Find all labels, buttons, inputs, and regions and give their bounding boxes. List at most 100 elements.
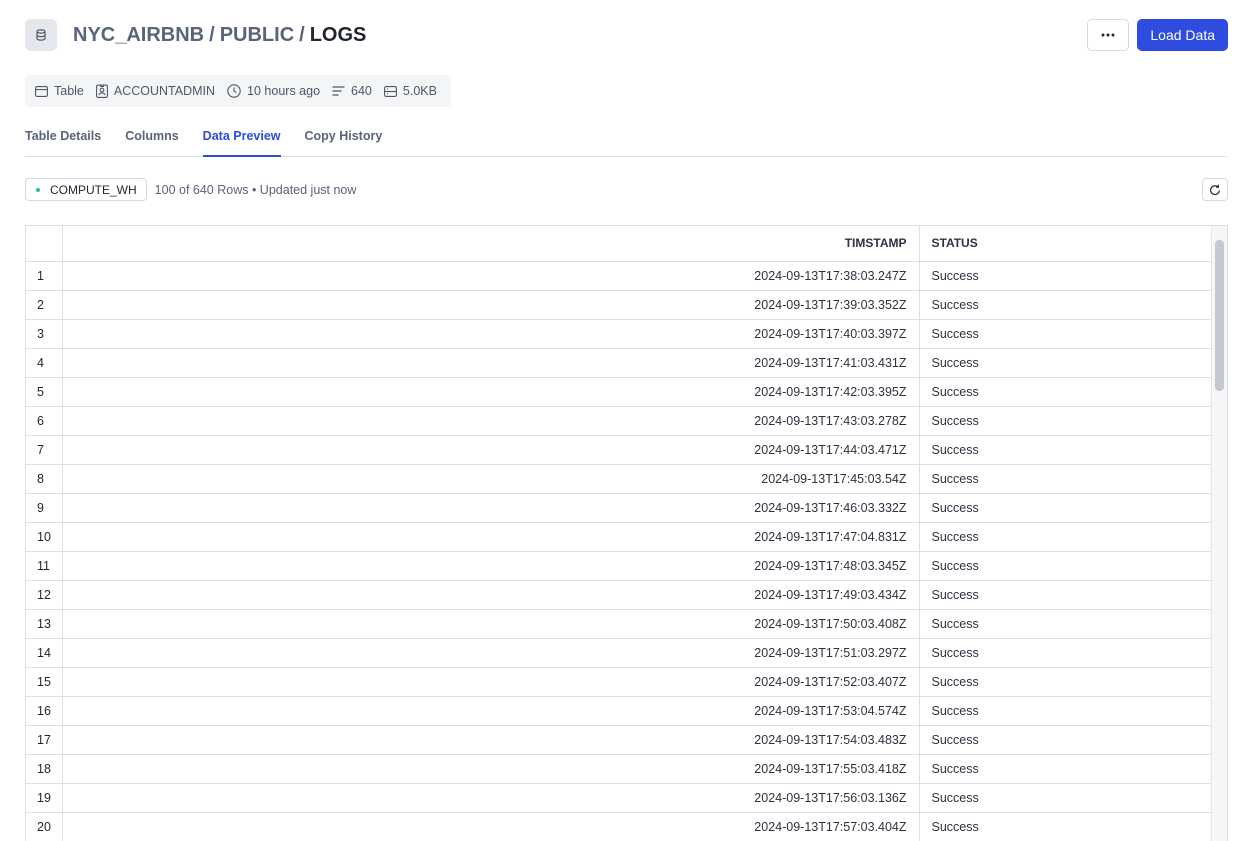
status-cell[interactable]: Success xyxy=(919,609,1213,639)
more-options-button[interactable] xyxy=(1087,19,1130,51)
timstamp-cell[interactable]: 2024-09-13T17:52:03.407Z xyxy=(62,667,920,697)
tab-table-details[interactable]: Table Details xyxy=(25,126,101,157)
timstamp-cell[interactable]: 2024-09-13T17:55:03.418Z xyxy=(62,754,920,784)
refresh-icon xyxy=(1210,184,1220,195)
table-row[interactable]: 12 2024-09-13T17:49:03.434Z Success xyxy=(26,580,1213,610)
timstamp-cell[interactable]: 2024-09-13T17:43:03.278Z xyxy=(62,406,920,436)
database-icon xyxy=(25,19,57,51)
status-cell[interactable]: Success xyxy=(919,493,1213,523)
status-cell[interactable]: Success xyxy=(919,696,1213,726)
scrollbar-thumb[interactable] xyxy=(1215,240,1224,391)
table-row[interactable]: 19 2024-09-13T17:56:03.136Z Success xyxy=(26,783,1213,813)
status-cell[interactable]: Success xyxy=(919,406,1213,436)
table-row[interactable]: 10 2024-09-13T17:47:04.831Z Success xyxy=(26,522,1213,552)
timstamp-cell[interactable]: 2024-09-13T17:57:03.404Z xyxy=(62,812,920,841)
timstamp-cell[interactable]: 2024-09-13T17:46:03.332Z xyxy=(62,493,920,523)
table-row[interactable]: 15 2024-09-13T17:52:03.407Z Success xyxy=(26,667,1213,697)
timstamp-cell[interactable]: 2024-09-13T17:49:03.434Z xyxy=(62,580,920,610)
row-index-cell: 10 xyxy=(26,522,63,552)
status-cell[interactable]: Success xyxy=(919,754,1213,784)
meta-rows: 640 xyxy=(332,84,372,98)
tab-columns[interactable]: Columns xyxy=(125,126,178,157)
row-index-cell: 19 xyxy=(26,783,63,813)
status-cell[interactable]: Success xyxy=(919,435,1213,465)
tab-copy-history[interactable]: Copy History xyxy=(305,126,383,157)
table-row[interactable]: 2 2024-09-13T17:39:03.352Z Success xyxy=(26,290,1213,320)
table-row[interactable]: 18 2024-09-13T17:55:03.418Z Success xyxy=(26,754,1213,784)
status-cell[interactable]: Success xyxy=(919,319,1213,349)
row-index-cell: 9 xyxy=(26,493,63,523)
status-cell[interactable]: Success xyxy=(919,783,1213,813)
warehouse-selector[interactable]: COMPUTE_WH xyxy=(25,178,147,201)
status-cell[interactable]: Success xyxy=(919,812,1213,841)
data-table: TIMSTAMP STATUS 1 2024-09-13T17:38:03.247… xyxy=(26,226,1213,841)
load-data-button[interactable]: Load Data xyxy=(1137,19,1228,51)
rows-info: 100 of 640 Rows • Updated just now xyxy=(154,182,357,197)
table-row[interactable]: 8 2024-09-13T17:45:03.54Z Success xyxy=(26,464,1213,494)
meta-type: Table xyxy=(35,84,84,98)
status-cell[interactable]: Success xyxy=(919,377,1213,407)
timstamp-cell[interactable]: 2024-09-13T17:39:03.352Z xyxy=(62,290,920,320)
table-row[interactable]: 6 2024-09-13T17:43:03.278Z Success xyxy=(26,406,1213,436)
timstamp-cell[interactable]: 2024-09-13T17:56:03.136Z xyxy=(62,783,920,813)
row-index-cell: 11 xyxy=(26,551,63,581)
table-row[interactable]: 9 2024-09-13T17:46:03.332Z Success xyxy=(26,493,1213,523)
table-row[interactable]: 11 2024-09-13T17:48:03.345Z Success xyxy=(26,551,1213,581)
table-row[interactable]: 16 2024-09-13T17:53:04.574Z Success xyxy=(26,696,1213,726)
status-cell[interactable]: Success xyxy=(919,551,1213,581)
vertical-scrollbar[interactable] xyxy=(1211,226,1227,841)
page-header: NYC_AIRBNB / PUBLIC / LOGS Load Data xyxy=(25,18,1228,52)
table-row[interactable]: 14 2024-09-13T17:51:03.297Z Success xyxy=(26,638,1213,668)
tab-data-preview[interactable]: Data Preview xyxy=(202,126,281,157)
timstamp-cell[interactable]: 2024-09-13T17:38:03.247Z xyxy=(62,261,920,291)
row-index-cell: 13 xyxy=(26,609,63,639)
table-row[interactable]: 5 2024-09-13T17:42:03.395Z Success xyxy=(26,377,1213,407)
table-row[interactable]: 3 2024-09-13T17:40:03.397Z Success xyxy=(26,319,1213,349)
breadcrumb-schema[interactable]: PUBLIC xyxy=(220,24,294,47)
timstamp-cell[interactable]: 2024-09-13T17:45:03.54Z xyxy=(62,464,920,494)
rows-icon xyxy=(332,86,345,96)
meta-owner: ACCOUNTADMIN xyxy=(95,84,215,98)
breadcrumb: NYC_AIRBNB / PUBLIC / LOGS xyxy=(73,24,366,47)
row-index-cell: 15 xyxy=(26,667,63,697)
table-row[interactable]: 17 2024-09-13T17:54:03.483Z Success xyxy=(26,725,1213,755)
status-cell[interactable]: Success xyxy=(919,667,1213,697)
status-cell[interactable]: Success xyxy=(919,348,1213,378)
status-cell[interactable]: Success xyxy=(919,638,1213,668)
status-cell[interactable]: Success xyxy=(919,464,1213,494)
column-header-index xyxy=(26,226,63,262)
timstamp-cell[interactable]: 2024-09-13T17:50:03.408Z xyxy=(62,609,920,639)
table-row[interactable]: 20 2024-09-13T17:57:03.404Z Success xyxy=(26,812,1213,841)
timstamp-cell[interactable]: 2024-09-13T17:53:04.574Z xyxy=(62,696,920,726)
timstamp-cell[interactable]: 2024-09-13T17:51:03.297Z xyxy=(62,638,920,668)
column-header-timstamp[interactable]: TIMSTAMP xyxy=(62,226,920,262)
status-cell[interactable]: Success xyxy=(919,725,1213,755)
timstamp-cell[interactable]: 2024-09-13T17:54:03.483Z xyxy=(62,725,920,755)
status-cell[interactable]: Success xyxy=(919,580,1213,610)
meta-updated: 10 hours ago xyxy=(227,84,320,98)
timstamp-cell[interactable]: 2024-09-13T17:44:03.471Z xyxy=(62,435,920,465)
timstamp-cell[interactable]: 2024-09-13T17:40:03.397Z xyxy=(62,319,920,349)
header-actions: Load Data xyxy=(1087,19,1228,51)
meta-type-label: Table xyxy=(54,84,84,98)
table-row[interactable]: 13 2024-09-13T17:50:03.408Z Success xyxy=(26,609,1213,639)
table-row[interactable]: 4 2024-09-13T17:41:03.431Z Success xyxy=(26,348,1213,378)
data-grid: TIMSTAMP STATUS 1 2024-09-13T17:38:03.247… xyxy=(25,225,1228,841)
row-index-cell: 20 xyxy=(26,812,63,841)
warehouse-status-dot xyxy=(36,187,40,192)
status-cell[interactable]: Success xyxy=(919,290,1213,320)
timstamp-cell[interactable]: 2024-09-13T17:47:04.831Z xyxy=(62,522,920,552)
timstamp-cell[interactable]: 2024-09-13T17:48:03.345Z xyxy=(62,551,920,581)
breadcrumb-database[interactable]: NYC_AIRBNB xyxy=(73,24,204,47)
refresh-button[interactable] xyxy=(1202,178,1228,201)
table-row[interactable]: 7 2024-09-13T17:44:03.471Z Success xyxy=(26,435,1213,465)
status-cell[interactable]: Success xyxy=(919,261,1213,291)
status-cell[interactable]: Success xyxy=(919,522,1213,552)
meta-size: 5.0KB xyxy=(383,84,437,98)
table-metadata-bar: Table ACCOUNTADMIN 10 hours ago 640 5.0K… xyxy=(25,75,451,107)
breadcrumb-separator: / xyxy=(299,23,305,46)
table-row[interactable]: 1 2024-09-13T17:38:03.247Z Success xyxy=(26,261,1213,291)
timstamp-cell[interactable]: 2024-09-13T17:41:03.431Z xyxy=(62,348,920,378)
column-header-status[interactable]: STATUS xyxy=(919,226,1213,262)
timstamp-cell[interactable]: 2024-09-13T17:42:03.395Z xyxy=(62,377,920,407)
